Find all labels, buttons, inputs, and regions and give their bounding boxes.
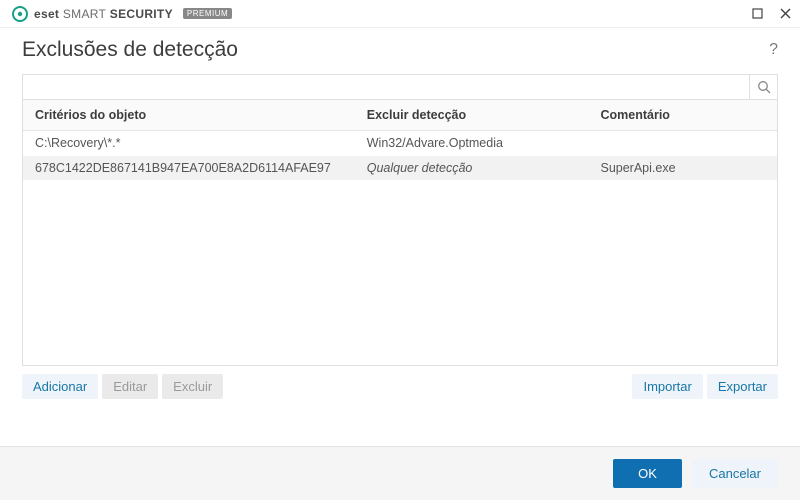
import-button[interactable]: Importar [632,374,702,399]
titlebar: eset SMART SECURITY PREMIUM [0,0,800,28]
table-row[interactable]: 678C1422DE867141B947EA700E8A2D6114AFAE97… [23,156,777,181]
dialog-footer: OK Cancelar [0,446,800,500]
search-bar [22,74,778,100]
cell-criteria: C:\Recovery\*.* [23,131,355,156]
exclusions-table-wrap: Critérios do objeto Excluir detecção Com… [22,100,778,366]
cell-criteria: 678C1422DE867141B947EA700E8A2D6114AFAE97 [23,156,355,181]
cell-exclude: Win32/Advare.Optmedia [355,131,589,156]
export-button[interactable]: Exportar [707,374,778,399]
table-actions: Adicionar Editar Excluir Importar Export… [22,370,778,403]
brand-smart: SMART [63,7,106,21]
col-exclude[interactable]: Excluir detecção [355,100,589,131]
cell-comment: SuperApi.exe [588,156,777,181]
page-title: Exclusões de detecção [22,38,238,62]
brand-eset: eset [34,7,59,21]
brand-tier-badge: PREMIUM [183,8,232,19]
brand-security: SECURITY [110,7,173,21]
ok-button[interactable]: OK [613,459,682,488]
brand-text: eset SMART SECURITY [34,7,173,21]
brand-logo-icon [12,6,28,22]
delete-button[interactable]: Excluir [162,374,223,399]
table-header-row: Critérios do objeto Excluir detecção Com… [23,100,777,131]
table-row[interactable]: C:\Recovery\*.*Win32/Advare.Optmedia [23,131,777,156]
exclusions-table: Critérios do objeto Excluir detecção Com… [23,100,777,181]
col-criteria[interactable]: Critérios do objeto [23,100,355,131]
help-icon[interactable]: ? [769,41,778,59]
cell-comment [588,131,777,156]
maximize-icon[interactable] [750,7,764,21]
search-icon[interactable] [749,75,777,99]
cell-exclude: Qualquer detecção [355,156,589,181]
search-input[interactable] [23,75,749,99]
add-button[interactable]: Adicionar [22,374,98,399]
close-icon[interactable] [778,7,792,21]
col-comment[interactable]: Comentário [588,100,777,131]
brand: eset SMART SECURITY PREMIUM [12,6,232,22]
cancel-button[interactable]: Cancelar [692,459,778,488]
edit-button[interactable]: Editar [102,374,158,399]
window-controls [750,7,792,21]
